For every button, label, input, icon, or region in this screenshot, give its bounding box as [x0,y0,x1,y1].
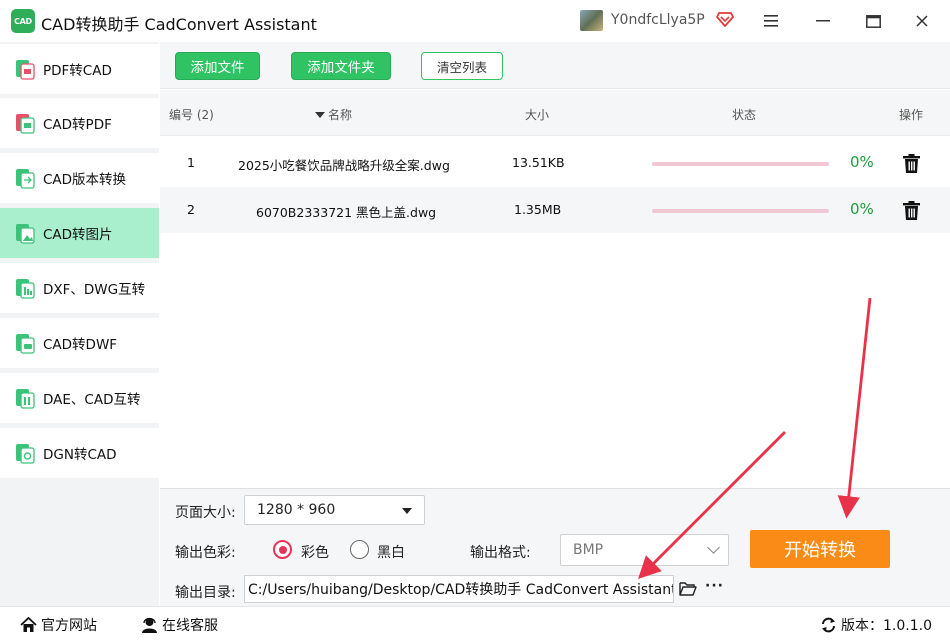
output-format-select[interactable]: BMP [560,534,729,566]
add-file-button[interactable]: 添加文件 [175,52,260,80]
color-radio-color[interactable] [273,540,292,559]
row-index: 2 [187,202,195,217]
cad-to-dwf-icon [16,334,35,354]
close-icon[interactable] [906,7,938,35]
sidebar-item-label: CAD转DWF [43,337,118,353]
output-format-value: BMP [573,542,604,558]
start-convert-button[interactable]: 开始转换 [750,530,890,568]
user-name[interactable]: Y0ndfcLlya5P [611,12,705,28]
output-dir-label: 输出目录: [175,585,236,601]
dgn-to-cad-icon [16,444,35,464]
color-option-color-label: 彩色 [301,545,329,561]
window-title: CAD转换助手 CadConvert Assistant [41,15,317,34]
row-progress-percent: 0% [850,153,874,171]
sidebar-item-label: DXF、DWG互转 [43,282,146,298]
support-agent-icon [142,617,157,633]
table-row[interactable]: 1 2025小吃餐饮品牌战略升级全案.dwg 13.51KB 0% [160,140,950,186]
chevron-down-icon [707,541,720,554]
refresh-icon [822,617,835,633]
delete-trash-icon[interactable] [903,201,920,220]
cad-to-image-icon [16,224,35,244]
minimize-icon[interactable] [807,7,839,35]
dae-cad-icon [16,389,35,409]
row-file-name: 6070B2333721 黑色上盖.dwg [256,205,437,220]
dropdown-caret-icon [402,508,412,514]
vip-diamond-icon[interactable] [716,10,734,28]
column-header-action: 操作 [899,108,924,122]
column-header-size: 大小 [525,108,550,122]
pdf-to-cad-icon [16,60,35,80]
title-bar: CAD CAD转换助手 CadConvert Assistant Y0ndfcL… [0,0,950,42]
table-row[interactable]: 2 6070B2333721 黑色上盖.dwg 1.35MB 0% [160,187,950,233]
output-color-label: 输出色彩: [175,545,236,561]
color-option-bw-label: 黑白 [377,545,405,561]
sidebar-item-label: DAE、CAD互转 [43,392,141,408]
more-options-icon[interactable]: ··· [705,578,724,594]
maximize-icon[interactable] [857,7,889,35]
row-index: 1 [187,155,195,170]
home-icon [20,617,37,632]
sidebar-item-cad-to-image[interactable]: CAD转图片 [0,208,159,258]
column-header-name[interactable]: 名称 [315,106,352,123]
sidebar-item-cad-version[interactable]: CAD版本转换 [0,153,159,203]
folder-open-icon[interactable] [679,581,697,596]
app-window: CAD CAD转换助手 CadConvert Assistant Y0ndfcL… [0,0,950,640]
file-table-body: 1 2025小吃餐饮品牌战略升级全案.dwg 13.51KB 0% 2 6070… [160,137,950,487]
sidebar-item-dae-cad[interactable]: DAE、CAD互转 [0,373,159,423]
version-info: 版本：1.0.1.0 [820,615,932,635]
cad-to-pdf-icon [16,114,35,134]
sidebar-item-label: PDF转CAD [43,63,112,79]
main-panel: 添加文件 添加文件夹 清空列表 编号 (2) 名称 大小 状态 操作 1 202… [160,42,950,606]
toolbar: 添加文件 添加文件夹 清空列表 [160,42,950,89]
sidebar-item-label: CAD转图片 [43,227,113,243]
version-label: 版本：1.0.1.0 [841,618,932,634]
online-support-label: 在线客服 [162,618,218,634]
sidebar-item-pdf-to-cad[interactable]: PDF转CAD [0,44,159,94]
row-file-name: 2025小吃餐饮品牌战略升级全案.dwg [238,158,450,173]
official-website-link[interactable]: 官方网站 [20,615,97,635]
output-format-label: 输出格式: [470,545,531,561]
row-file-size: 1.35MB [514,202,562,217]
app-logo-icon: CAD [11,9,35,33]
user-avatar[interactable] [580,10,603,31]
column-header-name-label: 名称 [328,108,353,122]
sidebar-item-cad-to-dwf[interactable]: CAD转DWF [0,318,159,368]
sort-caret-icon [315,111,325,118]
column-header-index: 编号 (2) [169,108,214,122]
menu-icon[interactable] [755,7,787,35]
sidebar-item-cad-to-pdf[interactable]: CAD转PDF [0,98,159,148]
row-progress-bar [652,209,829,213]
dxf-dwg-icon [16,279,35,299]
sidebar: PDF转CAD CAD转PDF CAD版本转换 CAD转图片 DXF、DWG互转… [0,42,159,606]
sidebar-item-label: CAD转PDF [43,117,112,133]
sidebar-item-dgn-to-cad[interactable]: DGN转CAD [0,428,159,478]
row-progress-bar [652,162,829,166]
add-folder-button[interactable]: 添加文件夹 [291,52,391,80]
online-support-link[interactable]: 在线客服 [141,615,218,635]
official-website-label: 官方网站 [41,618,97,634]
output-dir-field[interactable]: C:/Users/huibang/Desktop/CAD转换助手 CadConv… [244,575,674,603]
cad-version-icon [16,169,35,189]
clear-list-button[interactable]: 清空列表 [421,52,503,80]
column-header-status: 状态 [732,108,757,122]
sidebar-item-dxf-dwg[interactable]: DXF、DWG互转 [0,263,159,313]
row-progress-percent: 0% [850,200,874,218]
color-radio-bw[interactable] [350,540,369,559]
status-bar: 官方网站 在线客服 版本：1.0.1.0 [0,606,950,640]
row-file-size: 13.51KB [512,155,565,170]
page-size-select[interactable]: 1280 * 960 [244,495,425,525]
file-table-header: 编号 (2) 名称 大小 状态 操作 [160,90,950,136]
page-size-label: 页面大小: [175,505,236,521]
output-settings-panel: 页面大小: 1280 * 960 输出色彩: 彩色 黑白 输出格式: BMP 开… [160,488,950,606]
delete-trash-icon[interactable] [903,154,920,173]
page-size-value: 1280 * 960 [257,502,336,518]
sidebar-item-label: CAD版本转换 [43,172,127,188]
sidebar-item-label: DGN转CAD [43,447,117,463]
